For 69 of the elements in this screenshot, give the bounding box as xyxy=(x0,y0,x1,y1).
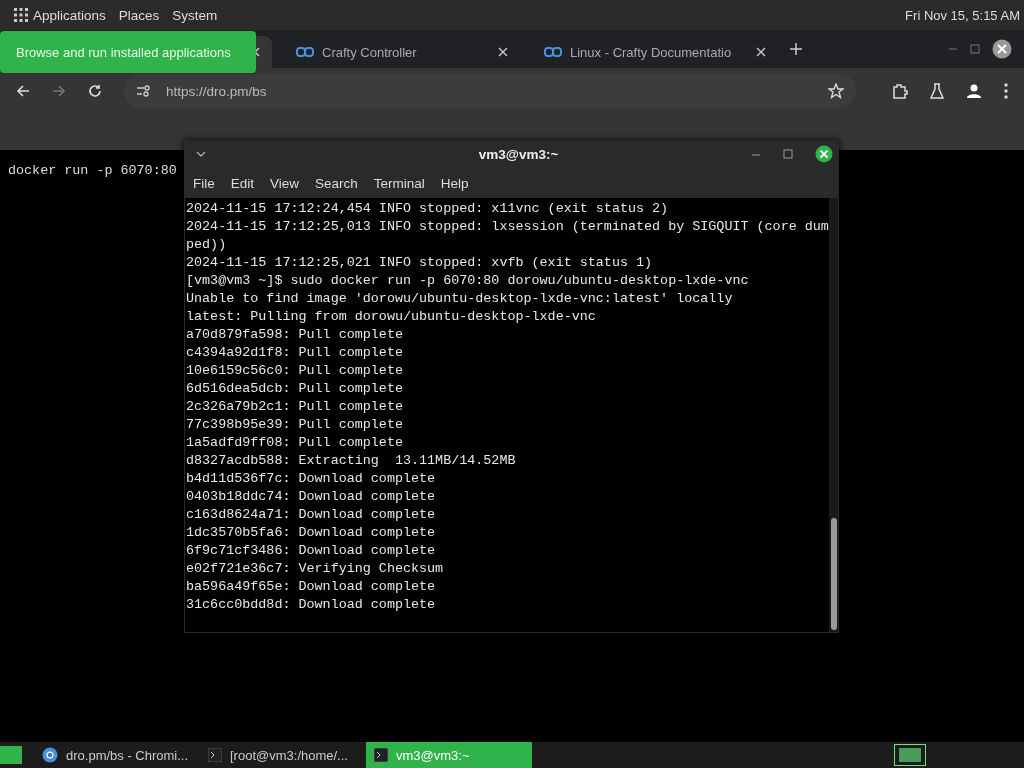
close-icon[interactable] xyxy=(498,47,508,57)
close-icon[interactable] xyxy=(756,47,766,57)
menu-item[interactable]: Search xyxy=(315,175,358,191)
scrollbar-thumb[interactable] xyxy=(830,518,837,630)
terminal-line: d8327acdb588: Extracting 13.11MB/14.52MB xyxy=(186,452,517,470)
forward-icon[interactable] xyxy=(52,84,66,98)
site-settings-icon[interactable] xyxy=(136,84,152,98)
terminal-line: 10e6159c56c0: Pull complete xyxy=(186,362,404,380)
page-text: docker run -p 6070:80 xyxy=(8,163,177,178)
terminal-line: latest: Pulling from dorowu/ubuntu-desktop-lxde-vnc xyxy=(186,308,597,326)
taskbar-item[interactable]: dro.pm/bs - Chromi... xyxy=(34,742,200,768)
terminal-line: 2c326a79b2c1: Pull complete xyxy=(186,398,404,416)
link-icon xyxy=(544,46,562,58)
menu-item[interactable]: Help xyxy=(440,175,469,191)
panel-menu[interactable]: System xyxy=(172,7,218,23)
terminal-line: 2024-11-15 17:12:25,021 INFO stopped: xvfb (exit status 1) xyxy=(186,254,654,272)
terminal-line: a70d879fa598: Pull complete xyxy=(186,326,404,344)
terminal-line: 0403b18ddc74: Download complete xyxy=(186,488,437,506)
star-icon[interactable] xyxy=(828,83,844,99)
terminal-line: 1dc3570b5fa6: Download complete xyxy=(186,524,437,542)
browser-tab[interactable]: Linux - Crafty Documentatio xyxy=(532,36,778,68)
terminal-line: 6d516dea5dcb: Pull complete xyxy=(186,380,404,398)
tab-title: Crafty Controller xyxy=(322,44,418,60)
terminal-line: 31c6cc0bdd8d: Download complete xyxy=(186,596,437,614)
terminal-line: 77c398b95e39: Pull complete xyxy=(186,416,404,434)
tab-title: Linux - Crafty Documentatio xyxy=(570,44,733,60)
flask-icon[interactable] xyxy=(930,83,944,99)
panel-menu[interactable]: Places xyxy=(118,7,160,23)
workspace-icon[interactable] xyxy=(894,744,926,766)
extensions-icon[interactable] xyxy=(892,83,908,99)
menu-item[interactable]: File xyxy=(193,175,215,191)
taskbar-item[interactable]: [root@vm3:/home/... xyxy=(200,742,366,768)
close-icon[interactable] xyxy=(815,145,833,163)
back-icon[interactable] xyxy=(16,84,30,98)
browser-icon xyxy=(42,747,58,763)
apps-grid-icon[interactable] xyxy=(13,7,29,23)
menu-item[interactable]: Edit xyxy=(230,175,255,191)
tooltip: Browse and run installed applications xyxy=(0,31,256,73)
terminal-line: Unable to find image 'dorowu/ubuntu-desktop-lxde-vnc:latest' locally xyxy=(186,290,734,308)
terminal-line: e02f721e36c7: Verifying Checksum xyxy=(186,560,445,578)
terminal-line: 2024-11-15 17:12:24,454 INFO stopped: x11vnc (exit status 2) xyxy=(186,200,670,218)
terminal-line: 6f9c71cf3486: Download complete xyxy=(186,542,437,560)
terminal-line: ped)) xyxy=(186,236,228,254)
clock: Fri Nov 15, 5:15 AM xyxy=(905,7,1020,23)
terminal-line: ba596a49f65e: Download complete xyxy=(186,578,437,596)
terminal-icon xyxy=(208,748,222,762)
browser-tab[interactable]: Crafty Controller xyxy=(284,36,520,68)
reload-icon[interactable] xyxy=(88,84,102,98)
new-tab-icon[interactable] xyxy=(790,43,802,55)
more-icon[interactable] xyxy=(1004,83,1008,99)
terminal-line: c4394a92d1f8: Pull complete xyxy=(186,344,404,362)
start-button[interactable] xyxy=(0,746,22,764)
terminal-icon xyxy=(374,748,388,762)
caret-icon[interactable] xyxy=(196,151,206,157)
address-bar[interactable]: https://dro.pm/bs xyxy=(124,74,856,108)
terminal-line: 1a5adfd9ff08: Pull complete xyxy=(186,434,404,452)
terminal-line: b4d11d536f7c: Download complete xyxy=(186,470,437,488)
window-title: vm3@vm3:~ xyxy=(477,146,560,162)
maximize-icon[interactable] xyxy=(970,44,980,54)
panel-menu[interactable]: Applications xyxy=(33,7,106,23)
menu-item[interactable]: Terminal xyxy=(373,175,425,191)
link-icon xyxy=(296,46,314,58)
terminal-line: 2024-11-15 17:12:25,013 INFO stopped: lxsession (terminated by SIGQUIT (core dum xyxy=(186,218,829,236)
profile-icon[interactable] xyxy=(966,83,982,99)
terminal-line: [vm3@vm3 ~]$ sudo docker run -p 6070:80 dorowu/ubuntu-desktop-lxde-vnc xyxy=(186,272,750,290)
maximize-icon[interactable] xyxy=(783,149,793,159)
menu-item[interactable]: View xyxy=(270,175,300,191)
terminal-line: c163d8624a71: Download complete xyxy=(186,506,437,524)
close-icon[interactable] xyxy=(992,39,1012,59)
